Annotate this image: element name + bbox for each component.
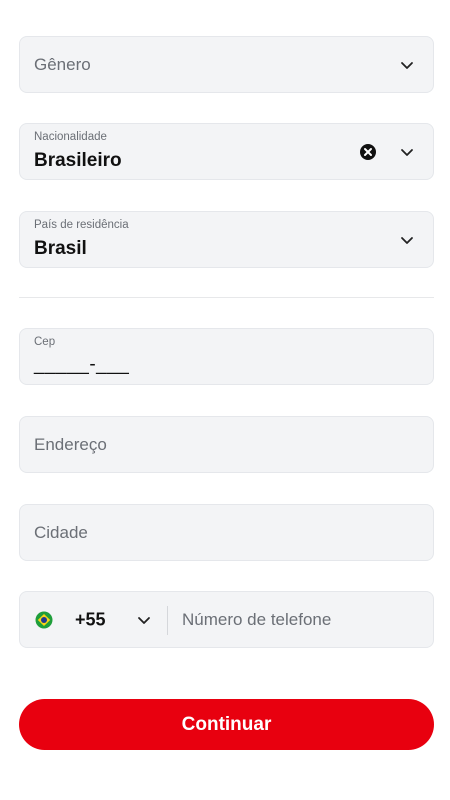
nationality-label: Nacionalidade [34, 131, 107, 143]
chevron-down-icon[interactable] [399, 144, 415, 160]
chevron-down-icon[interactable] [399, 232, 415, 248]
address-field[interactable]: Endereço [19, 416, 434, 473]
residence-country-select[interactable]: País de residência Brasil [19, 211, 434, 268]
country-code-separator [167, 606, 168, 635]
nationality-select[interactable]: Nacionalidade Brasileiro [19, 123, 434, 180]
city-field[interactable]: Cidade [19, 504, 434, 561]
gender-select[interactable]: Gênero [19, 36, 434, 93]
clear-icon[interactable] [359, 143, 377, 161]
cep-label: Cep [34, 336, 56, 348]
country-code[interactable]: +55 [75, 609, 106, 630]
continue-button[interactable]: Continuar [19, 699, 434, 750]
section-divider [19, 297, 434, 298]
brazil-flag-icon [35, 611, 53, 628]
city-placeholder: Cidade [34, 522, 88, 542]
residence-country-label: País de residência [34, 219, 129, 231]
phone-field[interactable]: +55 [19, 591, 434, 648]
gender-placeholder: Gênero [34, 54, 91, 74]
chevron-down-icon[interactable] [136, 612, 152, 628]
cep-input-mask[interactable]: _____-___ [34, 354, 129, 376]
residence-country-value: Brasil [34, 238, 87, 259]
address-placeholder: Endereço [34, 434, 107, 454]
cep-field[interactable]: Cep _____-___ [19, 328, 434, 385]
chevron-down-icon[interactable] [399, 57, 415, 73]
phone-number-input[interactable] [180, 608, 424, 631]
nationality-value: Brasileiro [34, 150, 122, 171]
